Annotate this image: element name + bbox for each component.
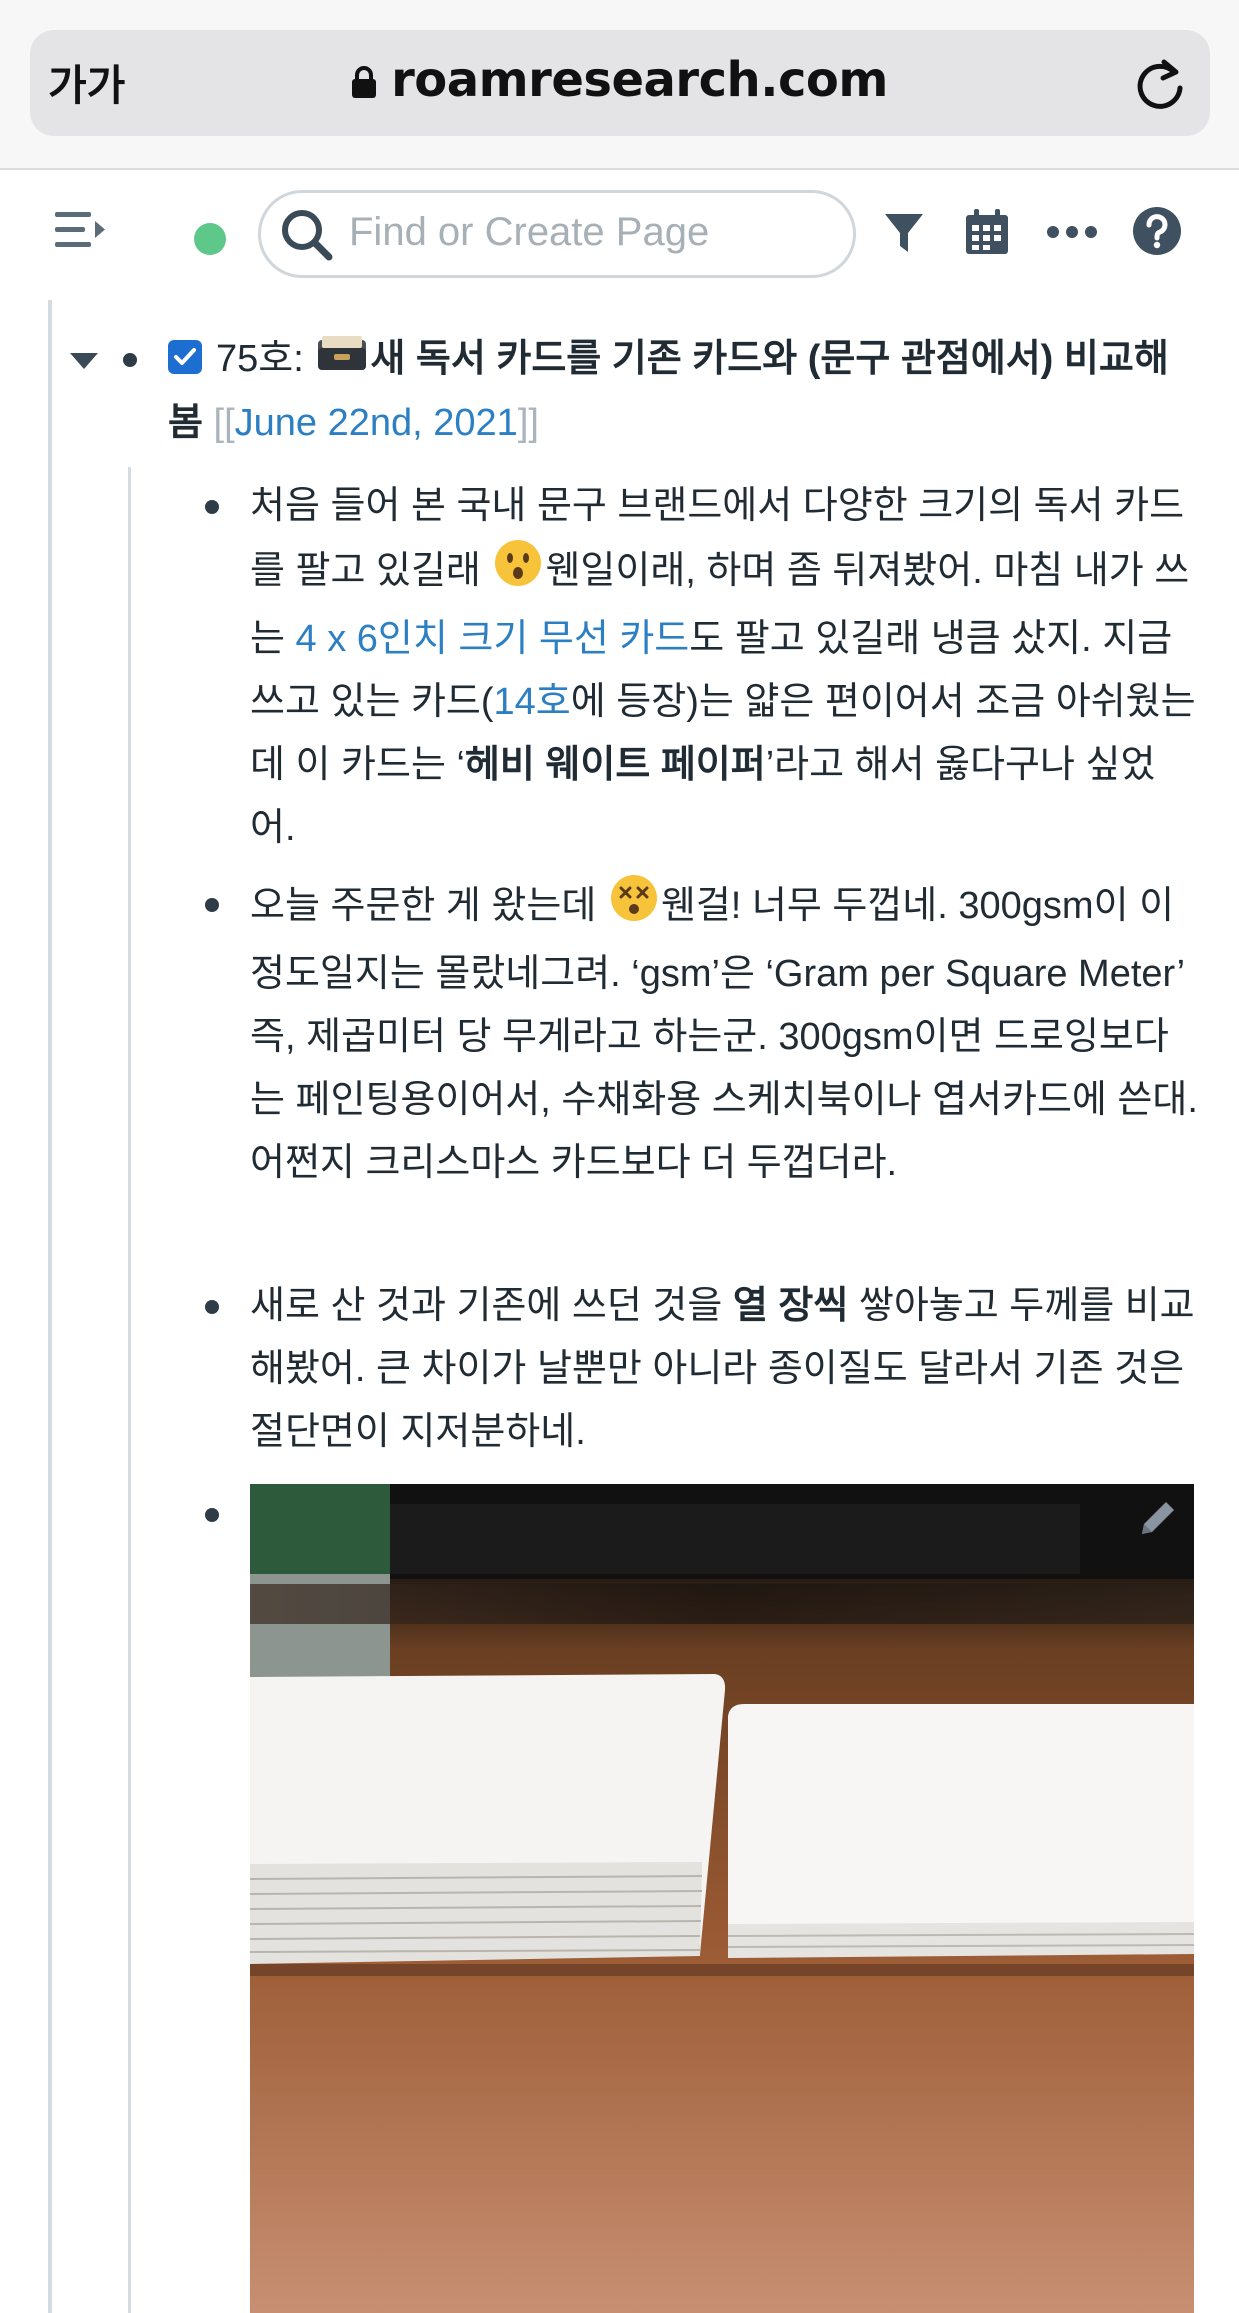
block-bullet[interactable] xyxy=(205,1300,219,1314)
card-stack-photo[interactable] xyxy=(250,1484,1194,2313)
bold-text: 헤비 웨이트 페이퍼 xyxy=(464,744,766,786)
page-margin-line xyxy=(48,300,52,2313)
search-icon xyxy=(279,207,335,267)
block-text-segment: 오늘 주문한 게 왔는데 xyxy=(250,885,607,928)
page-link[interactable]: 4 x 6인치 크기 무선 카드 xyxy=(296,618,690,660)
collapse-caret-icon[interactable] xyxy=(70,353,98,369)
calendar-icon[interactable] xyxy=(964,208,1010,260)
block-bullet[interactable] xyxy=(205,898,219,912)
page-link[interactable]: 14호 xyxy=(494,681,571,723)
link-bracket-close: ]] xyxy=(517,402,539,445)
more-options-icon[interactable] xyxy=(1046,224,1098,243)
sidebar-toggle-icon[interactable] xyxy=(55,210,107,254)
lock-icon xyxy=(351,55,377,111)
block-bullet[interactable] xyxy=(205,1508,219,1522)
title-prefix: 75호: xyxy=(216,338,304,380)
children-guide-line xyxy=(128,467,131,2313)
block-text-segment: 새로 산 것과 기존에 쓰던 것을 xyxy=(250,1285,733,1327)
card-file-box-icon xyxy=(316,329,368,392)
search-placeholder: Find or Create Page xyxy=(349,210,710,254)
block-text-segment: 웬걸! 너무 두껍네. 300gsm이 이 정도일지는 몰랐네그려. ‘gsm’… xyxy=(250,885,1198,1184)
filter-icon[interactable] xyxy=(884,212,924,260)
title-block[interactable]: 75호: 새 독서 카드를 기존 카드와 (문구 관점에서) 비교해 봄 [[J… xyxy=(168,328,1198,455)
url-display[interactable]: roamresearch.com xyxy=(0,52,1239,111)
dizzy-face-icon xyxy=(609,873,659,943)
bold-text: 열 장씩 xyxy=(732,1285,849,1327)
hushed-face-icon xyxy=(493,538,543,608)
reload-icon[interactable] xyxy=(1134,56,1186,116)
block-bullet[interactable] xyxy=(205,500,219,514)
edit-pencil-icon[interactable] xyxy=(1136,1496,1180,1544)
date-page-link[interactable]: June 22nd, 2021 xyxy=(235,402,518,444)
link-bracket-open: [[ xyxy=(213,402,235,445)
text-block[interactable]: 새로 산 것과 기존에 쓰던 것을 열 장씩 쌓아놓고 두께를 비교해봤어. 큰… xyxy=(250,1275,1200,1464)
block-bullet[interactable] xyxy=(123,353,137,367)
sync-status-dot xyxy=(194,223,226,255)
search-input[interactable]: Find or Create Page xyxy=(258,190,856,278)
text-block[interactable]: 처음 들어 본 국내 문구 브랜드에서 다양한 크기의 독서 카드를 팔고 있길… xyxy=(250,475,1200,860)
url-text: roamresearch.com xyxy=(391,52,888,108)
help-icon[interactable] xyxy=(1132,206,1182,260)
browser-chrome: 가가 roamresearch.com xyxy=(0,0,1239,170)
text-block[interactable]: 오늘 주문한 게 왔는데 웬걸! 너무 두껍네. 300gsm이 이 정도일지는… xyxy=(250,873,1200,1195)
